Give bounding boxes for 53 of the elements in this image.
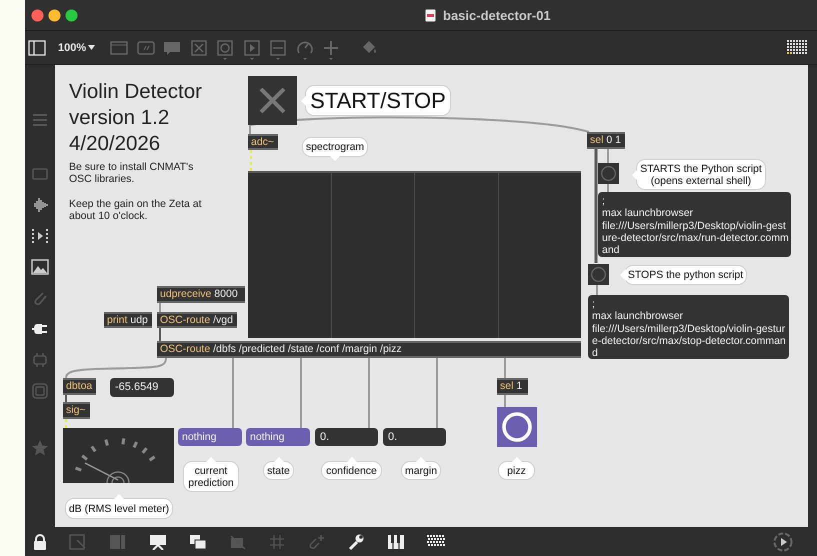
layers-icon[interactable] bbox=[189, 534, 207, 550]
object-box[interactable]: udpreceive 8000 bbox=[157, 286, 245, 303]
toggle-icon[interactable] bbox=[188, 38, 209, 58]
object-box[interactable]: adc~ bbox=[248, 134, 278, 150]
slider-object-icon[interactable] bbox=[268, 38, 288, 62]
lock-icon[interactable] bbox=[33, 534, 47, 550]
minimize-window-icon[interactable] bbox=[48, 8, 61, 22]
piano-icon[interactable] bbox=[387, 534, 405, 550]
document-icon bbox=[425, 8, 436, 22]
number-box[interactable]: -65.6549 bbox=[110, 378, 174, 397]
grid-icon[interactable] bbox=[269, 534, 285, 550]
object-box[interactable]: sel 0 1 bbox=[587, 132, 625, 149]
window-title: basic-detector-01 bbox=[443, 8, 551, 22]
connector-icon[interactable] bbox=[31, 351, 49, 369]
toggle-box[interactable] bbox=[248, 76, 297, 125]
patcher-title: Violin Detector version 1.2 4/20/2026 bbox=[69, 79, 203, 157]
play-object-icon[interactable] bbox=[242, 38, 262, 62]
star-icon[interactable] bbox=[31, 439, 49, 457]
close-window-icon[interactable] bbox=[31, 8, 44, 22]
object-box[interactable]: OSC-route /vgd bbox=[157, 312, 237, 328]
message-box[interactable]: ; max launchbrowser file:///Users/millerp3/Desktop/violin-gest ure-detector/src/max/run-detector.comm and bbox=[598, 192, 791, 257]
number-box[interactable]: 0. bbox=[315, 428, 378, 446]
comment-text: Keep the gain on the Zeta at about 10 o'clock. bbox=[69, 198, 203, 224]
object-box[interactable]: OSC-route /dbfs /predicted /state /conf /margin /pizz bbox=[157, 341, 581, 358]
message-box[interactable]: ; max launchbrowser file:///Users/millerp3/Desktop/violin-gestur e-detector/src/max/stop-detector.comman d bbox=[588, 295, 789, 359]
message-box[interactable]: nothing bbox=[246, 428, 310, 446]
object-box[interactable]: print udp bbox=[104, 312, 152, 328]
object-box[interactable]: sel 1 bbox=[497, 378, 528, 395]
number-box[interactable]: 0. bbox=[383, 428, 446, 446]
wrench-icon[interactable] bbox=[347, 532, 365, 550]
comment-text: Be sure to install CNMAT's OSC libraries. bbox=[69, 161, 194, 187]
keyboard-icon[interactable] bbox=[427, 534, 447, 548]
bang-button[interactable] bbox=[598, 163, 619, 184]
menu-icon[interactable] bbox=[31, 111, 49, 129]
bang-button[interactable] bbox=[497, 407, 537, 447]
object-box[interactable]: sig~ bbox=[63, 402, 90, 419]
play-icon[interactable] bbox=[773, 532, 793, 552]
keyboard-grid-icon[interactable] bbox=[787, 40, 807, 56]
playlist-icon[interactable] bbox=[31, 227, 49, 245]
sidebar-toggle-icon[interactable] bbox=[28, 38, 46, 56]
button-object-icon[interactable] bbox=[215, 38, 236, 62]
maximize-window-icon[interactable] bbox=[65, 8, 78, 22]
caret-icon[interactable] bbox=[88, 45, 96, 50]
object-box[interactable]: dbtoa bbox=[63, 378, 96, 395]
square-icon[interactable] bbox=[31, 382, 49, 400]
panel-icon[interactable] bbox=[109, 534, 127, 550]
image-icon[interactable] bbox=[31, 258, 49, 276]
display-icon[interactable] bbox=[149, 534, 167, 550]
rectangle-icon[interactable] bbox=[31, 165, 49, 183]
zoom-dropdown[interactable]: 100% bbox=[56, 40, 88, 56]
bang-button[interactable] bbox=[588, 264, 609, 285]
message-box[interactable]: nothing bbox=[178, 428, 242, 446]
add-clip-icon[interactable] bbox=[307, 534, 325, 550]
